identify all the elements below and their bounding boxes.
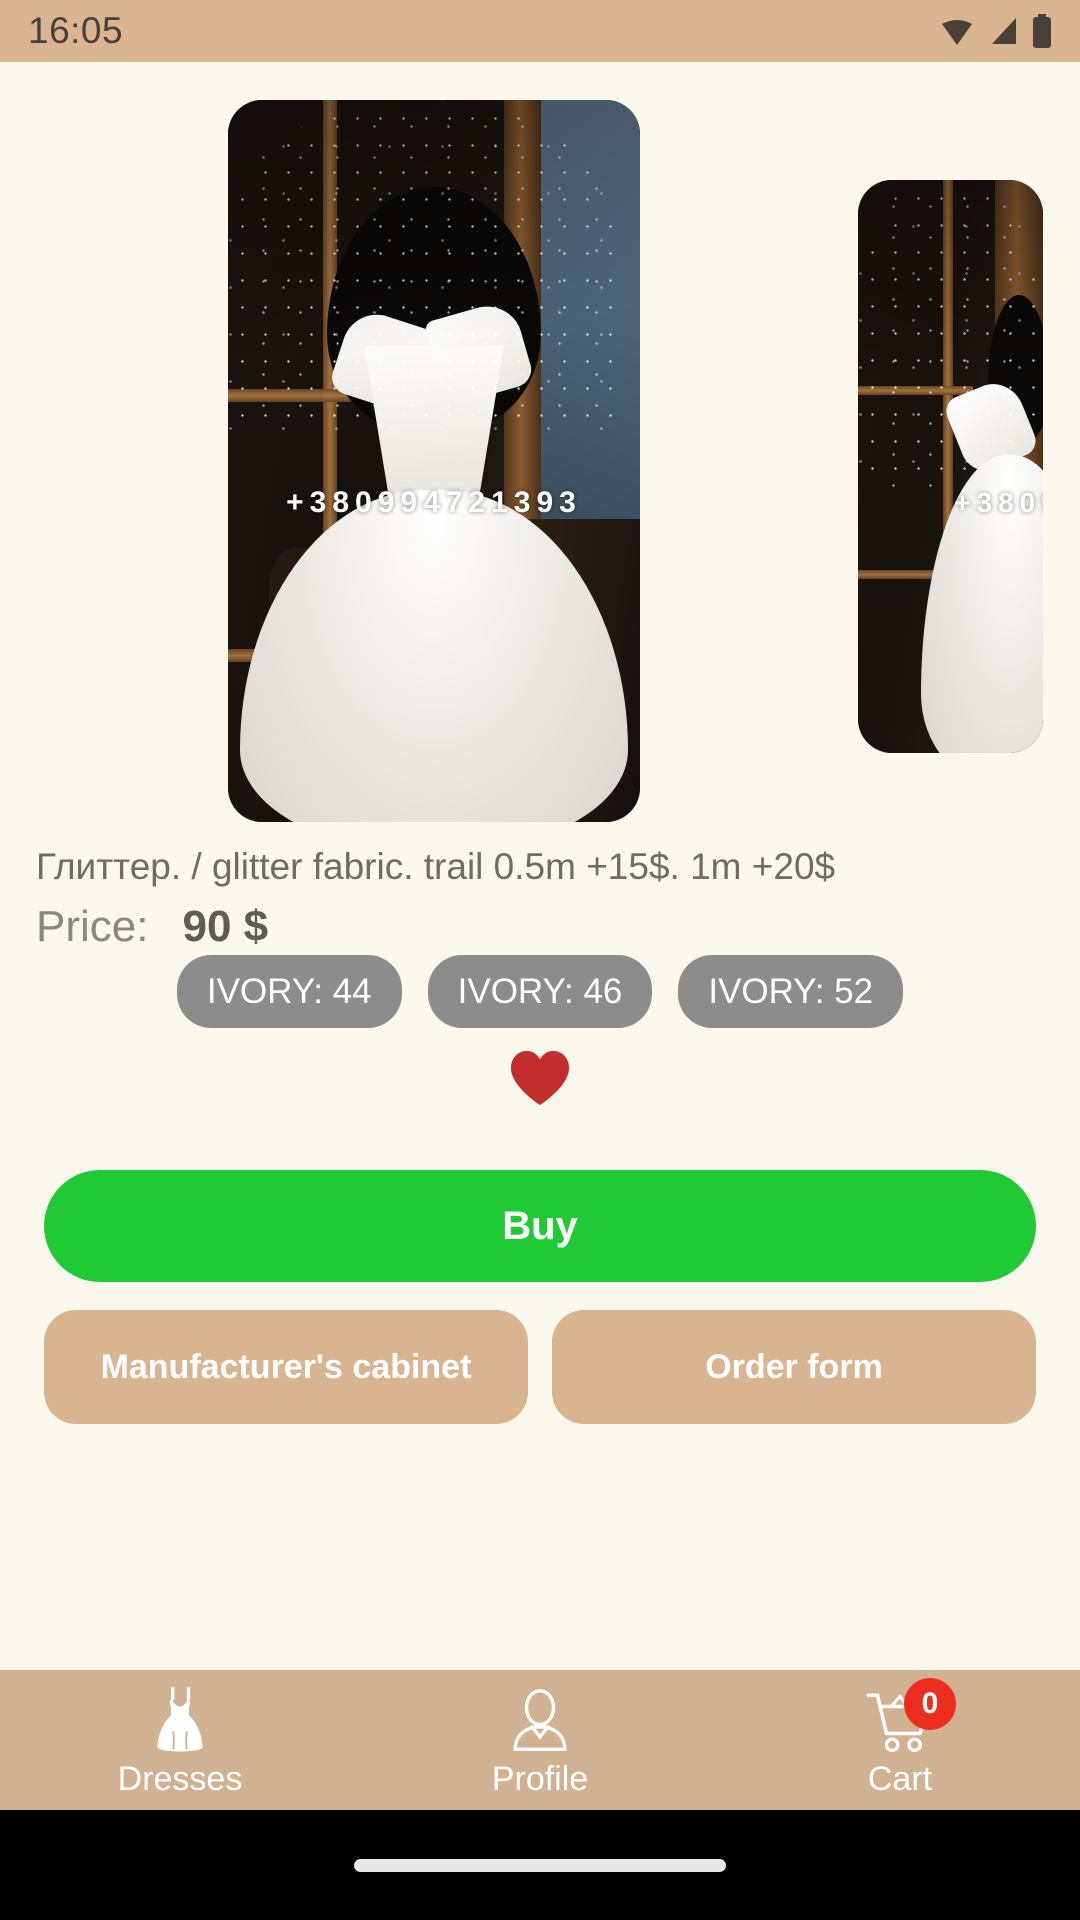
secondary-action-row: Manufacturer's cabinet Order form: [44, 1310, 1036, 1424]
app-root: 16:05 +380994721393 +380 Глиттер. / glit…: [0, 0, 1080, 1920]
battery-icon: [1033, 14, 1051, 48]
cart-badge: 0: [904, 1678, 956, 1730]
size-chip[interactable]: IVORY: 52: [678, 955, 904, 1028]
person-icon: [513, 1689, 567, 1751]
size-chip[interactable]: IVORY: 44: [176, 955, 402, 1028]
price-row: Price: 90 $: [36, 902, 268, 952]
status-icon-group: [940, 14, 1052, 48]
price-value: 90 $: [182, 902, 269, 951]
product-photo-2[interactable]: +3809: [858, 180, 1043, 753]
nav-label-dresses: Dresses: [117, 1760, 243, 1798]
buy-button[interactable]: Buy: [44, 1170, 1036, 1282]
photo-watermark-2: +3809: [954, 486, 1043, 518]
nav-label-profile: Profile: [491, 1760, 589, 1798]
cart-icon-wrap: 0: [864, 1678, 956, 1756]
size-chip[interactable]: IVORY: 46: [427, 955, 653, 1028]
nav-label-cart: Cart: [867, 1760, 933, 1798]
nav-item-dresses[interactable]: Dresses: [0, 1670, 360, 1810]
manufacturers-cabinet-button[interactable]: Manufacturer's cabinet: [44, 1310, 528, 1424]
size-chip-list: IVORY: 44 IVORY: 46 IVORY: 52: [0, 955, 1080, 1028]
bottom-navigation: Dresses Profile 0 Cart: [0, 1670, 1080, 1810]
dress-icon-wrap: [144, 1684, 216, 1756]
nav-item-cart[interactable]: 0 Cart: [720, 1670, 1080, 1810]
heart-icon[interactable]: [509, 1048, 571, 1108]
photo-scene-1: [228, 100, 640, 822]
order-form-button[interactable]: Order form: [552, 1310, 1036, 1424]
photo-scene-2: [858, 180, 1043, 753]
product-image-carousel[interactable]: +380994721393 +3809: [0, 100, 1080, 830]
dress-icon: [157, 1687, 203, 1752]
product-photo-1[interactable]: +380994721393: [228, 100, 640, 822]
product-description: Глиттер. / glitter fabric. trail 0.5m +1…: [36, 846, 836, 887]
status-time: 16:05: [28, 10, 124, 51]
photo-watermark: +380994721393: [286, 486, 582, 520]
status-bar: 16:05: [0, 0, 1080, 62]
price-label: Price:: [36, 902, 149, 951]
wifi-icon: [942, 20, 972, 45]
favorite-container: [0, 1048, 1080, 1108]
nav-item-profile[interactable]: Profile: [360, 1670, 720, 1810]
system-gesture-bar: [0, 1810, 1080, 1920]
person-icon-wrap: [504, 1684, 576, 1756]
gesture-pill[interactable]: [354, 1858, 726, 1872]
signal-icon: [992, 18, 1016, 44]
